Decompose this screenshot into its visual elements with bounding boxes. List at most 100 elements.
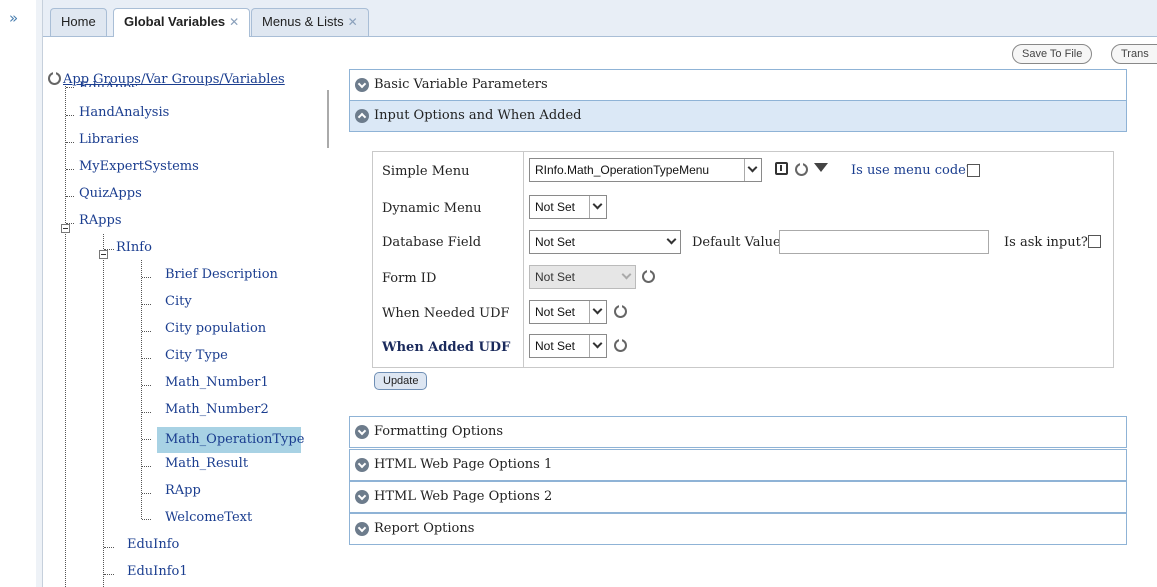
when-added-udf-select[interactable]: Not Set [529,334,607,358]
tree-guide [66,196,74,197]
tree-item-math-operationtype[interactable]: Math_OperationType [165,432,304,447]
select-value: Not Set [535,200,576,214]
tree-guide [142,466,151,467]
tree-guide [142,519,151,520]
panel-header[interactable]: Basic Variable Parameters [350,70,1126,100]
panel-title: Formatting Options [374,424,504,439]
trans-button[interactable]: Trans [1111,44,1157,64]
collapse-toggle-icon[interactable] [61,224,70,233]
tab-global-variables[interactable]: Global Variables ✕ [113,8,251,37]
update-button[interactable]: Update [374,372,428,390]
panel-html-web-page-options-2: HTML Web Page Options 2 [349,481,1127,513]
expand-panel-icon[interactable]: » [9,9,18,27]
refresh-icon[interactable] [614,304,627,318]
chevron-down-icon [589,301,606,323]
tree-item-city[interactable]: City [165,294,192,309]
tree-item-eduinfo1[interactable]: EduInfo1 [127,564,188,579]
refresh-icon[interactable] [795,162,808,176]
form-divider [523,151,524,368]
close-icon[interactable]: ✕ [348,15,358,29]
tab-home[interactable]: Home [50,8,107,36]
tab-label: Home [61,14,96,29]
tree-item-handanalysis[interactable]: HandAnalysis [79,105,169,120]
expand-icon [355,78,369,92]
tab-label: Global Variables [124,14,226,29]
tab-label: Menus & Lists [262,14,344,29]
tree-guide [141,260,142,519]
tree-item-myexpertsystems[interactable]: MyExpertSystems [79,159,199,174]
collapse-toggle-icon[interactable] [99,250,108,259]
is-ask-input-label: Is ask input? [1004,235,1088,250]
chevron-down-icon [664,231,680,253]
expand-icon [355,425,369,439]
database-field-label: Database Field [382,235,482,250]
tree-guide [142,277,151,278]
chevron-down-icon [618,266,635,288]
tree-guide [142,493,151,494]
panel-title: HTML Web Page Options 2 [374,489,553,504]
tree-item-math-result[interactable]: Math_Result [165,456,248,471]
tree-item-quizapps[interactable]: QuizApps [79,186,142,201]
tree-guide [66,142,74,143]
collapse-icon [355,109,369,123]
tree-item-eduinfo[interactable]: EduInfo [127,537,179,552]
dynamic-menu-select[interactable]: Not Set [529,195,607,219]
tree-guide [142,439,151,440]
panel-header[interactable]: HTML Web Page Options 1 [350,450,1126,480]
chevron-down-icon [744,159,761,181]
tab-menus-lists[interactable]: Menus & Lists ✕ [251,8,369,36]
tree-item-libraries[interactable]: Libraries [79,132,139,147]
tree-item-city-type[interactable]: City Type [165,348,228,363]
panel-report-options: Report Options [349,513,1127,545]
panel-html-web-page-options-1: HTML Web Page Options 1 [349,449,1127,481]
panel-header[interactable]: Input Options and When Added [350,101,1126,132]
chevron-down-icon [589,196,606,218]
panel-header[interactable]: Formatting Options [350,417,1126,447]
tree-item-brief-description[interactable]: Brief Description [165,267,278,282]
refresh-icon[interactable] [614,338,627,352]
tree-item-math-number2[interactable]: Math_Number2 [165,402,269,417]
panel-title: Input Options and When Added [374,108,582,123]
chevron-down-icon [589,335,606,357]
is-ask-input-checkbox[interactable] [1088,235,1101,248]
save-to-file-button[interactable]: Save To File [1012,44,1093,64]
default-value-input[interactable] [779,230,989,254]
input-options-form [372,151,1114,368]
tree-item-math-number1[interactable]: Math_Number1 [165,375,269,390]
filter-icon[interactable] [814,163,828,172]
tree-guide [142,385,151,386]
tree-guide [142,412,151,413]
tree-guide [142,331,151,332]
simple-menu-label: Simple Menu [382,164,470,179]
tree-guide [66,169,74,170]
expand-icon [355,522,369,536]
tree-guide [104,547,114,548]
tree-item-rapps[interactable]: RApps [79,213,122,228]
is-use-menu-code-label: Is use menu code? [851,163,973,178]
tree-guide [142,358,151,359]
panel-title: Report Options [374,521,475,536]
tree-item-city-population[interactable]: City population [165,321,266,336]
panel-basic-variable-parameters: Basic Variable Parameters [349,69,1127,101]
database-field-select[interactable]: Not Set [529,230,681,254]
tree-scrollbar[interactable] [327,90,329,148]
tree-item-welcometext[interactable]: WelcomeText [165,510,252,525]
tree-item-rapp[interactable]: RApp [165,483,201,498]
refresh-icon[interactable] [642,269,655,283]
tree-guide [104,574,114,575]
default-value-label: Default Value: [692,235,786,250]
panel-header[interactable]: Report Options [350,514,1126,544]
close-icon[interactable]: ✕ [229,15,239,29]
is-use-menu-code-checkbox[interactable] [967,164,980,177]
when-needed-udf-select[interactable]: Not Set [529,300,607,324]
tree-item-rinfo[interactable]: RInfo [116,240,152,255]
panel-gutter [36,0,43,587]
panel-title: HTML Web Page Options 1 [374,457,553,472]
download-icon[interactable] [775,162,788,175]
tree-item-eduapps[interactable]: EduApps [79,80,138,87]
panel-header[interactable]: HTML Web Page Options 2 [350,482,1126,512]
simple-menu-select[interactable]: RInfo.Math_OperationTypeMenu [529,158,762,182]
expand-icon [355,458,369,472]
refresh-icon[interactable] [48,71,61,85]
panel-input-options: Input Options and When Added [349,100,1127,132]
